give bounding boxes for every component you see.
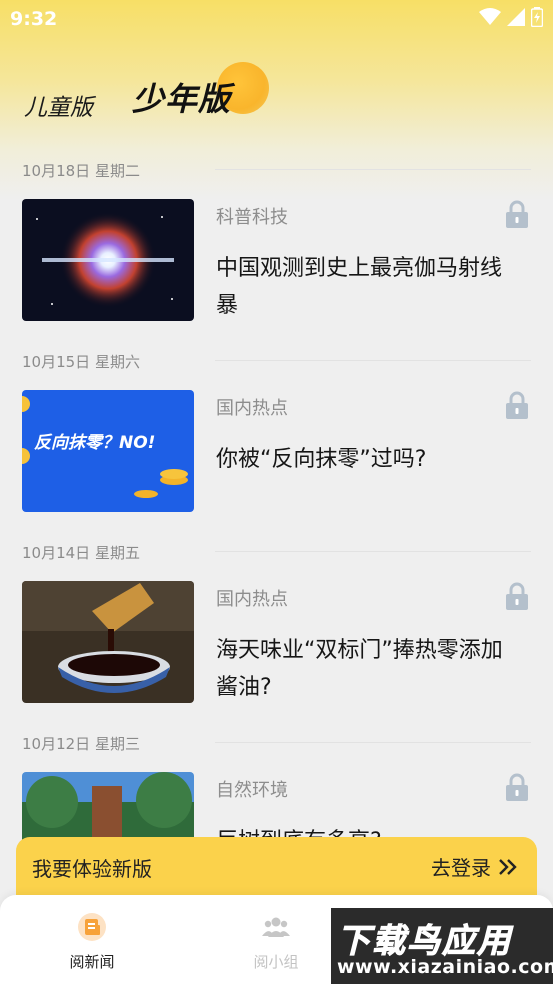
news-date: 10月12日 星期三 (22, 735, 140, 753)
news-feed: 10月18日 星期二 科普科技 中国观测到史上最亮伽马射线暴 10月15日 星期… (0, 150, 553, 914)
login-label: 去登录 (431, 856, 491, 880)
battery-icon (531, 7, 543, 27)
news-title[interactable]: 你被“反向抹零”过吗? (216, 441, 521, 478)
watermark-url: www.xiazainiao.com (337, 956, 553, 978)
try-new-version-banner[interactable]: 我要体验新版 去登录 (16, 837, 537, 899)
group-icon (262, 917, 290, 937)
lock-icon (506, 200, 528, 228)
thumbnail-caption: 反向抹零？NO! (34, 433, 156, 453)
watermark: 下载鸟应用 www.xiazainiao.com (331, 908, 553, 984)
news-thumbnail[interactable] (22, 581, 194, 703)
wifi-icon (479, 8, 501, 25)
news-category: 科普科技 (216, 207, 288, 228)
news-date: 10月15日 星期六 (22, 353, 140, 371)
soy-sauce-image (22, 581, 194, 703)
lock-icon (506, 582, 528, 610)
news-item[interactable]: 10月14日 星期五 国内热点 海天味业“双标门”捧热零添加酱油? (0, 532, 553, 723)
news-category: 国内热点 (216, 398, 288, 419)
news-item[interactable]: 10月15日 星期六 反向抹零？NO! 国内热点 你被“反向抹零”过吗? (0, 341, 553, 532)
news-date: 10月14日 星期五 (22, 544, 140, 562)
nav-item-group[interactable]: 阅小组 (216, 913, 336, 972)
tab-teen-version-wrap[interactable]: 少年版 (132, 62, 272, 128)
status-time: 9:32 (10, 8, 58, 30)
divider (215, 169, 531, 170)
divider (215, 742, 531, 743)
gamma-burst-image (22, 199, 194, 321)
news-title[interactable]: 中国观测到史上最亮伽马射线暴 (216, 250, 521, 324)
divider (215, 551, 531, 552)
nav-item-news[interactable]: 阅新闻 (32, 913, 152, 972)
watermark-main-text: 下载鸟应用 (337, 921, 512, 961)
status-icons (479, 7, 543, 27)
news-date: 10月18日 星期二 (22, 162, 140, 180)
nav-group-label: 阅小组 (253, 953, 299, 971)
newspaper-icon (78, 913, 106, 941)
news-category: 自然环境 (216, 780, 288, 801)
nav-news-label: 阅新闻 (69, 953, 115, 971)
login-button[interactable]: 去登录 (431, 852, 519, 881)
news-title[interactable]: 海天味业“双标门”捧热零添加酱油? (216, 632, 521, 706)
signal-icon (507, 8, 525, 26)
promo-text: 我要体验新版 (32, 857, 152, 881)
double-chevron-right-icon (499, 858, 517, 875)
divider (215, 360, 531, 361)
news-item[interactable]: 10月18日 星期二 科普科技 中国观测到史上最亮伽马射线暴 (0, 150, 553, 341)
lock-icon (506, 391, 528, 419)
lock-icon (506, 773, 528, 801)
news-category: 国内热点 (216, 589, 288, 610)
tab-kids-version[interactable]: 儿童版 (24, 88, 93, 122)
tab-teen-version[interactable]: 少年版 (132, 74, 231, 120)
status-bar: 9:32 (0, 0, 553, 38)
news-thumbnail[interactable] (22, 199, 194, 321)
version-tabs: 儿童版 少年版 (0, 60, 553, 122)
news-thumbnail[interactable]: 反向抹零？NO! (22, 390, 194, 512)
